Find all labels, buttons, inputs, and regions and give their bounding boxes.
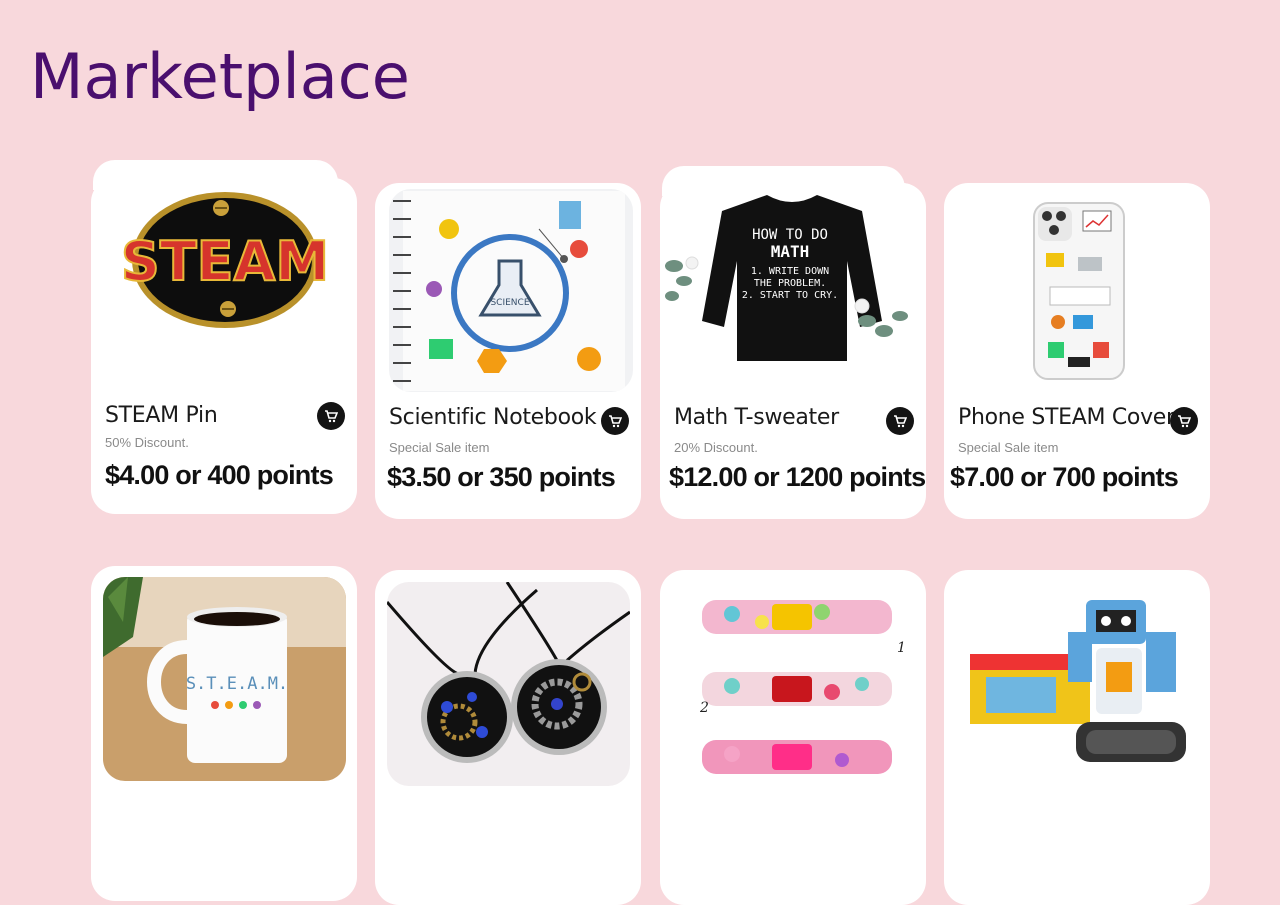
product-image[interactable]	[956, 582, 1199, 786]
product-price: $4.00 or 400 points	[105, 460, 334, 490]
notebook-text: SCIENCE	[490, 298, 529, 308]
lego-robot-image	[956, 582, 1199, 786]
steam-mug-image: S.T.E.A.M.	[103, 577, 346, 781]
add-to-cart-button[interactable]	[601, 407, 629, 435]
product-price: $3.50 or 350 points	[387, 462, 616, 492]
product-image[interactable]: SCIENCE	[389, 189, 633, 392]
product-card[interactable]: 1 2	[660, 570, 926, 905]
product-price: $12.00 or 1200 points	[669, 462, 926, 492]
product-name: Scientific Notebook	[389, 405, 597, 430]
product-card[interactable]: STEAM STEAM Pin 50% Discount. $4.00 or 4…	[91, 178, 357, 514]
product-card[interactable]: HOW TO DO MATH 1. WRITE DOWN THE PROBLEM…	[660, 183, 926, 519]
add-to-cart-button[interactable]	[317, 402, 345, 430]
svg-text:THE PROBLEM.: THE PROBLEM.	[754, 278, 826, 289]
product-note: 50% Discount.	[105, 435, 189, 450]
svg-text:1. WRITE DOWN: 1. WRITE DOWN	[751, 266, 829, 277]
svg-text:HOW TO DO: HOW TO DO	[752, 227, 828, 243]
product-note: 20% Discount.	[674, 440, 758, 455]
steam-pin-image: STEAM	[103, 178, 346, 372]
shopping-cart-icon	[894, 415, 907, 428]
product-note: Special Sale item	[389, 440, 490, 455]
product-image[interactable]: HOW TO DO MATH 1. WRITE DOWN THE PROBLEM…	[662, 183, 922, 381]
shopping-cart-icon	[1178, 415, 1191, 428]
pin-text: STEAM	[121, 230, 329, 293]
product-card[interactable]	[375, 570, 641, 905]
product-name: Phone STEAM Cover	[958, 405, 1175, 430]
svg-text:MATH: MATH	[771, 242, 810, 261]
product-note: Special Sale item	[958, 440, 1059, 455]
steampunk-necklace-image	[387, 582, 630, 786]
math-sweater-image: HOW TO DO MATH 1. WRITE DOWN THE PROBLEM…	[662, 183, 922, 381]
product-image[interactable]: S.T.E.A.M.	[103, 577, 346, 781]
collar-number-2: 2	[699, 700, 709, 716]
svg-text:2. START TO CRY.: 2. START TO CRY.	[742, 290, 838, 301]
product-name: STEAM Pin	[105, 403, 218, 428]
product-price: $7.00 or 700 points	[950, 462, 1179, 492]
phone-cover-image	[958, 197, 1201, 401]
page-title: Marketplace	[30, 40, 410, 113]
add-to-cart-button[interactable]	[1170, 407, 1198, 435]
shopping-cart-icon	[325, 410, 338, 423]
collar-number-1: 1	[897, 640, 906, 656]
product-card[interactable]: Phone STEAM Cover Special Sale item $7.0…	[944, 183, 1210, 519]
shopping-cart-icon	[609, 415, 622, 428]
product-name: Math T-sweater	[674, 405, 839, 430]
science-notebook-image: SCIENCE	[389, 189, 633, 392]
product-image[interactable]: STEAM	[103, 178, 346, 372]
product-image[interactable]	[958, 197, 1201, 401]
product-card[interactable]: SCIENCE Scientific Notebook Special Sale…	[375, 183, 641, 519]
pet-collar-image: 1 2	[672, 582, 915, 786]
product-card[interactable]: S.T.E.A.M.	[91, 566, 357, 901]
product-image[interactable]: 1 2	[672, 582, 915, 786]
add-to-cart-button[interactable]	[886, 407, 914, 435]
product-card[interactable]	[944, 570, 1210, 905]
product-image[interactable]	[387, 582, 630, 786]
mug-text: S.T.E.A.M.	[186, 674, 288, 694]
